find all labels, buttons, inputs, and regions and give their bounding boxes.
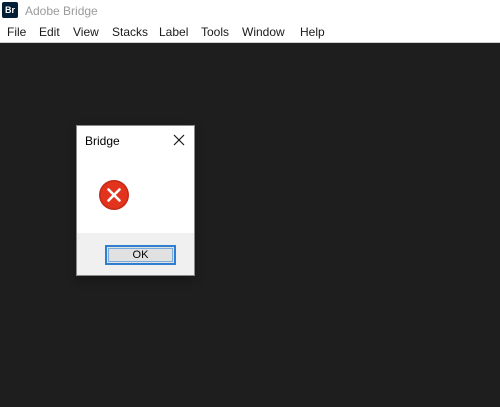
bridge-app-icon: Br: [2, 2, 18, 18]
menu-label[interactable]: Label: [159, 25, 188, 39]
menu-edit[interactable]: Edit: [39, 25, 60, 39]
dialog-title: Bridge: [85, 134, 120, 148]
menu-bar: File Edit View Stacks Label Tools Window…: [0, 22, 500, 42]
menu-tools[interactable]: Tools: [201, 25, 229, 39]
menu-view[interactable]: View: [73, 25, 99, 39]
ok-button-label: OK: [132, 249, 149, 261]
menu-window[interactable]: Window: [242, 25, 285, 39]
close-icon: [173, 134, 185, 146]
ok-button[interactable]: OK: [105, 245, 176, 265]
window-title: Adobe Bridge: [25, 4, 98, 18]
menu-help[interactable]: Help: [300, 25, 325, 39]
menu-stacks[interactable]: Stacks: [112, 25, 148, 39]
error-dialog: Bridge OK: [77, 126, 194, 275]
window-titlebar[interactable]: Br Adobe Bridge: [0, 0, 500, 22]
close-button[interactable]: [171, 133, 187, 149]
menu-file[interactable]: File: [7, 25, 26, 39]
workspace-area: [0, 43, 500, 407]
error-icon: [98, 179, 130, 211]
dialog-footer: OK: [77, 233, 194, 275]
